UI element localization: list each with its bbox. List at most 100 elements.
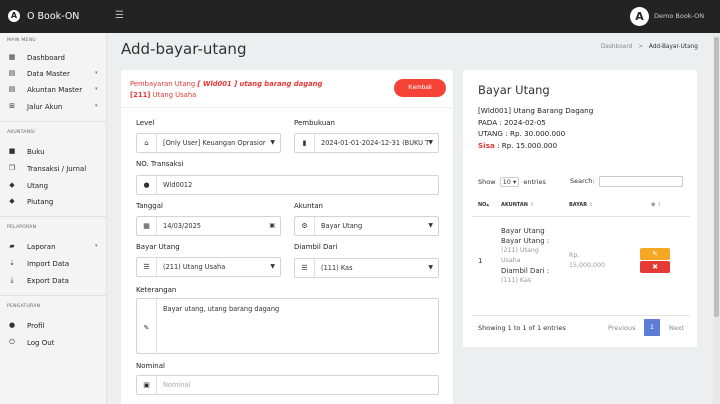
- brand-name[interactable]: O Book-ON: [27, 11, 79, 22]
- row-bayar-currency: Rp.: [569, 252, 580, 259]
- form-header-account: [211] Utang Usaha: [130, 91, 196, 99]
- journal-icon: ❐: [8, 164, 16, 172]
- sidebar-item-label: Piutang: [27, 198, 54, 206]
- chevron-down-icon: ▼: [428, 222, 433, 229]
- col-header-actions[interactable]: ⚙ ⇕: [651, 202, 661, 208]
- power-icon: ⏻: [9, 338, 15, 346]
- panel-ref: [Wld001] Utang Barang Dagang: [478, 106, 594, 115]
- circle-icon: ●: [137, 176, 157, 194]
- row-bayar: Rp. 15,000,000: [569, 251, 605, 271]
- nominal-placeholder: Nominal: [163, 381, 191, 389]
- section-pelaporan: PELAPORAN: [7, 225, 37, 230]
- diambil-dari-select[interactable]: ☰ (111) Kas ▼: [294, 258, 439, 278]
- sidebar-item-akuntan-master[interactable]: ▤ Akuntan Master ▾: [0, 83, 107, 97]
- sidebar-item-buku[interactable]: ■ Buku: [0, 145, 107, 159]
- breadcrumb: Dashboard > Add-Bayar-Utang: [601, 44, 698, 50]
- col-akuntan-label: AKUNTAN: [501, 202, 528, 208]
- chevron-down-icon: ▾: [95, 86, 98, 92]
- search-input[interactable]: [599, 176, 683, 187]
- top-bar: A O Book-ON ☰ A Demo Book-ON: [0, 0, 720, 33]
- keterangan-textarea[interactable]: ✎ Bayar utang, utang barang dagang: [136, 298, 439, 354]
- tanggal-label: Tanggal: [136, 202, 163, 210]
- table-header-divider: [472, 216, 690, 217]
- accounting-master-icon: ▤: [8, 85, 16, 93]
- calendar-picker-icon[interactable]: ▣: [269, 222, 275, 229]
- row-diambil-dari-label: Diambil Dari :: [501, 267, 550, 275]
- sidebar-item-import-data[interactable]: ⇣ Import Data: [0, 257, 107, 271]
- sidebar-divider: [0, 295, 107, 296]
- row-akuntan-title: Bayar Utang: [501, 227, 545, 235]
- receivable-tag-icon: ◆: [9, 197, 15, 205]
- user-icon: ●: [8, 321, 16, 329]
- nominal-input[interactable]: ▣ Nominal: [136, 375, 439, 395]
- import-icon: ⇣: [9, 259, 15, 267]
- bayar-utang-select[interactable]: ☰ (211) Utang Usaha ▼: [136, 257, 281, 277]
- sidebar-item-label: Utang: [27, 182, 49, 190]
- form-header-ref: [ Wld001 ] utang barang dagang: [197, 80, 323, 88]
- sidebar-item-label: Jalur Akun: [27, 103, 63, 111]
- money-icon: ▣: [137, 376, 157, 394]
- calendar-icon: ▦: [137, 217, 157, 235]
- row-bayar-utang-value-2: Usaha: [501, 257, 521, 264]
- gears-icon: ⚙: [651, 202, 656, 208]
- no-transaksi-input[interactable]: ● Wld0012: [136, 175, 439, 195]
- sidebar-item-label: Export Data: [27, 277, 69, 285]
- diambil-dari-select-value: (111) Kas: [321, 264, 353, 272]
- pagination-page-1[interactable]: 1: [644, 319, 660, 336]
- sidebar-item-dashboard[interactable]: ▦ Dashboard: [0, 51, 107, 65]
- sort-icon: ⇕: [657, 202, 662, 208]
- panel-sisa: Sisa : Rp. 15.000.000: [478, 141, 557, 150]
- panel-utang: UTANG : Rp. 30.000.000: [478, 129, 566, 138]
- chevron-down-icon: ▼: [270, 263, 275, 270]
- sidebar-item-label: Data Master: [27, 70, 70, 78]
- sidebar-item-profil[interactable]: ● Profil: [0, 319, 107, 333]
- col-header-bayar[interactable]: BAYAR ⇕: [569, 202, 593, 208]
- kembali-button[interactable]: Kembali: [394, 79, 446, 97]
- akuntan-select[interactable]: ⚙ Bayar Utang ▼: [294, 216, 439, 236]
- show-label: Show: [478, 178, 496, 186]
- sidebar-item-label: Buku: [27, 148, 45, 156]
- user-avatar[interactable]: A: [630, 7, 649, 26]
- form-header-code: [211]: [130, 91, 151, 99]
- sisa-label: Sisa: [478, 141, 495, 150]
- pencil-icon: ✎: [652, 250, 658, 258]
- level-select-value: [Only User] Keuangan Oprasior: [163, 139, 266, 147]
- pembukuan-select[interactable]: ▮ 2024-01-01-2024-12-31 (BUKU T. ▼: [294, 133, 439, 153]
- edit-button[interactable]: ✎: [640, 248, 670, 260]
- sidebar-item-data-master[interactable]: ▤ Data Master ▾: [0, 67, 107, 81]
- breadcrumb-dashboard-link[interactable]: Dashboard: [601, 44, 632, 50]
- pembukuan-label: Pembukuan: [294, 119, 335, 127]
- pagination-next[interactable]: Next: [669, 324, 684, 332]
- level-select[interactable]: ⌂ [Only User] Keuangan Oprasior ▼: [136, 133, 281, 153]
- sidebar-item-jalur-akun[interactable]: ⊞ Jalur Akun ▾: [0, 100, 107, 114]
- col-header-akuntan[interactable]: AKUNTAN ⇕: [501, 202, 534, 208]
- entries-select[interactable]: 10 ▾: [499, 177, 520, 187]
- list-icon: ☰: [137, 258, 157, 276]
- sidebar-item-utang[interactable]: ◆ Utang: [0, 179, 107, 193]
- page-scrollbar[interactable]: [713, 33, 720, 404]
- col-header-no[interactable]: NO▴: [478, 202, 489, 208]
- chevron-down-icon: ▾: [95, 70, 98, 76]
- sisa-value: : Rp. 15.000.000: [497, 141, 558, 150]
- no-transaksi-label: NO. Transaksi: [136, 160, 184, 168]
- no-transaksi-value: Wld0012: [163, 181, 193, 189]
- show-entries: Show 10 ▾ entries: [478, 177, 546, 187]
- pagination-previous[interactable]: Previous: [608, 324, 635, 332]
- sidebar-item-label: Transaksi / Jurnal: [27, 165, 87, 173]
- sidebar-item-piutang[interactable]: ◆ Piutang: [0, 195, 107, 209]
- sidebar-item-log-out[interactable]: ⏻ Log Out: [0, 336, 107, 350]
- diambil-dari-label: Diambil Dari: [294, 243, 338, 251]
- sidebar-item-export-data[interactable]: ⤓ Export Data: [0, 274, 107, 288]
- tanggal-input[interactable]: ▦ 14/03/2025 ▣: [136, 216, 281, 236]
- user-name[interactable]: Demo Book-ON: [654, 12, 704, 20]
- delete-button[interactable]: ✖: [640, 261, 670, 273]
- breadcrumb-separator: >: [638, 44, 643, 50]
- sidebar-item-laporan[interactable]: ▰ Laporan ▾: [0, 240, 107, 254]
- brand-logo-icon: A: [8, 10, 20, 22]
- scrollbar-thumb[interactable]: [714, 37, 719, 317]
- sidebar-item-transaksi-jurnal[interactable]: ❐ Transaksi / Jurnal: [0, 162, 107, 176]
- hamburger-menu-icon[interactable]: ☰: [115, 10, 124, 21]
- keterangan-label: Keterangan: [136, 286, 177, 294]
- book-icon: ▮: [295, 134, 315, 152]
- form-header-title: Pembayaran Utang [ Wld001 ] utang barang…: [130, 80, 322, 88]
